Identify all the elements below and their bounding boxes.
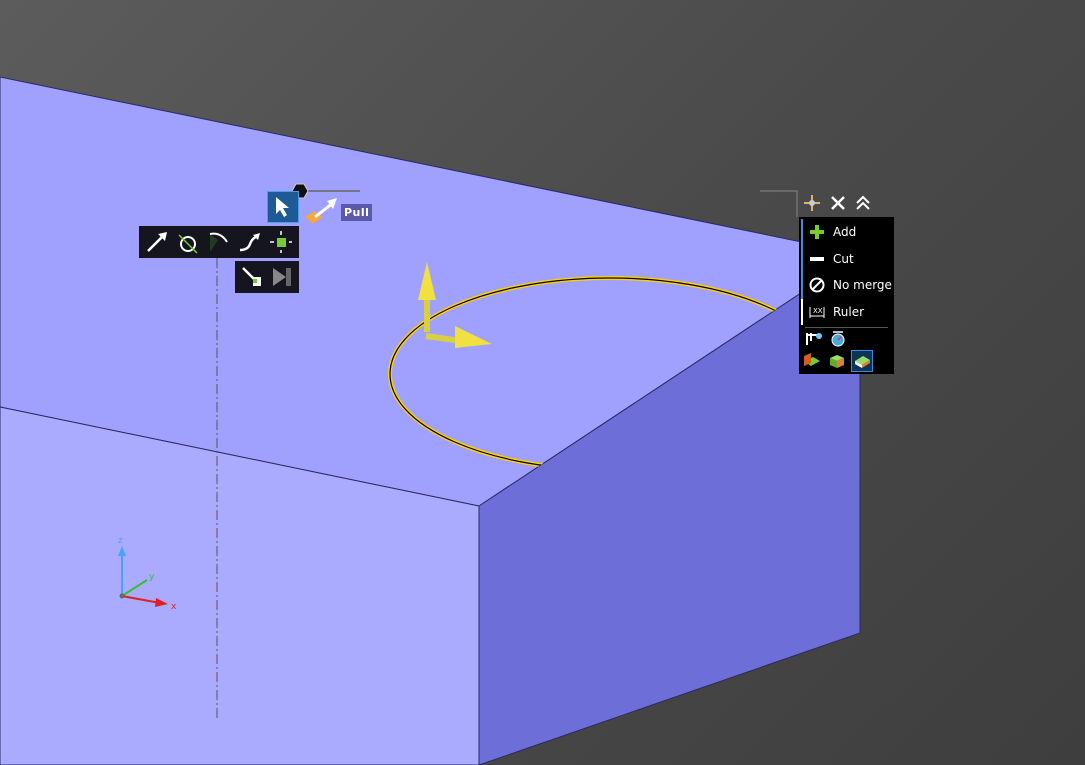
select-tool-button[interactable] (267, 191, 299, 223)
option-no-merge[interactable]: No merge (803, 272, 894, 299)
pivot-icon[interactable] (239, 264, 265, 291)
options-icon[interactable] (803, 194, 821, 212)
svg-text:XX: XX (813, 307, 823, 315)
blend-icon[interactable] (236, 229, 263, 256)
stopwatch-icon[interactable] (829, 331, 847, 347)
measure-tools (799, 328, 894, 350)
pull-tool-label: Pull (341, 204, 373, 221)
plus-icon (809, 224, 825, 240)
pull-tool-icon (305, 197, 339, 231)
complete-icon[interactable] (269, 264, 295, 291)
pull-arrow-icon[interactable] (143, 229, 170, 256)
option-add[interactable]: Add (803, 219, 894, 246)
pull-options-toolbar (139, 226, 299, 258)
axis-y-label: y (149, 572, 155, 582)
viewport[interactable]: z y x (0, 0, 1085, 765)
option-cut[interactable]: Cut (803, 246, 894, 273)
panel-header (803, 194, 871, 212)
option-ruler[interactable]: XX Ruler (803, 299, 894, 326)
minus-icon (809, 251, 825, 267)
solid-faces-icon[interactable] (826, 350, 848, 372)
axis-z-label: z (118, 536, 123, 546)
cursor-arrow-icon (276, 197, 289, 217)
sweep-icon[interactable] (205, 229, 232, 256)
collapse-icon[interactable] (855, 195, 871, 211)
extrude-faces-icon[interactable] (801, 350, 823, 372)
surface-faces-icon[interactable] (851, 350, 873, 372)
pull-options-toolbar-2 (235, 261, 299, 293)
pull-options-panel: Add Cut No merge XX Ruler (799, 217, 894, 374)
axis-x-label: x (171, 602, 177, 612)
no-merge-icon (809, 277, 825, 293)
explode-icon[interactable] (267, 229, 294, 256)
face-mode-tools (799, 350, 894, 372)
close-icon[interactable] (830, 195, 846, 211)
ruler-icon: XX (809, 304, 825, 320)
caliper-icon[interactable] (805, 331, 823, 347)
revolve-icon[interactable] (174, 229, 201, 256)
